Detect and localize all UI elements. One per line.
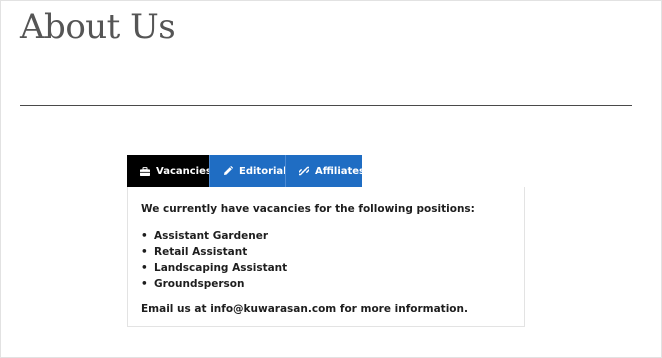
position-label: Landscaping Assistant [154,262,288,274]
page: About Us Vacancies Editorial Affiliates … [0,0,662,358]
contact-text: Email us at info@kuwarasan.com for more … [141,303,468,315]
vacancies-intro: We currently have vacancies for the foll… [141,203,475,215]
link-icon [299,166,309,176]
bullet: • [141,230,148,242]
position-label: Retail Assistant [154,246,248,258]
position-label: Groundsperson [154,278,245,290]
tab-affiliates[interactable]: Affiliates [285,155,366,187]
page-title: About Us [20,7,176,47]
tab-vacancies[interactable]: Vacancies [127,155,212,187]
tab-editorial-label: Editorial [239,165,287,177]
bullet: • [141,262,148,274]
briefcase-icon [140,166,150,176]
position-label: Assistant Gardener [154,230,269,242]
list-item: • Retail Assistant [141,244,511,260]
tab-vacancies-label: Vacancies [156,165,212,177]
tabs-widget: Vacancies Editorial Affiliates We curren… [127,155,525,327]
positions-list: • Assistant Gardener • Retail Assistant … [141,228,511,292]
tab-editorial[interactable]: Editorial [209,155,287,187]
list-item: • Groundsperson [141,276,511,292]
tab-affiliates-label: Affiliates [315,165,366,177]
list-item: • Assistant Gardener [141,228,511,244]
tab-list: Vacancies Editorial Affiliates [127,155,525,187]
title-divider [20,105,632,106]
tab-panel-vacancies: We currently have vacancies for the foll… [127,187,525,327]
bullet: • [141,246,148,258]
bullet: • [141,278,148,290]
list-item: • Landscaping Assistant [141,260,511,276]
pencil-icon [223,166,233,176]
